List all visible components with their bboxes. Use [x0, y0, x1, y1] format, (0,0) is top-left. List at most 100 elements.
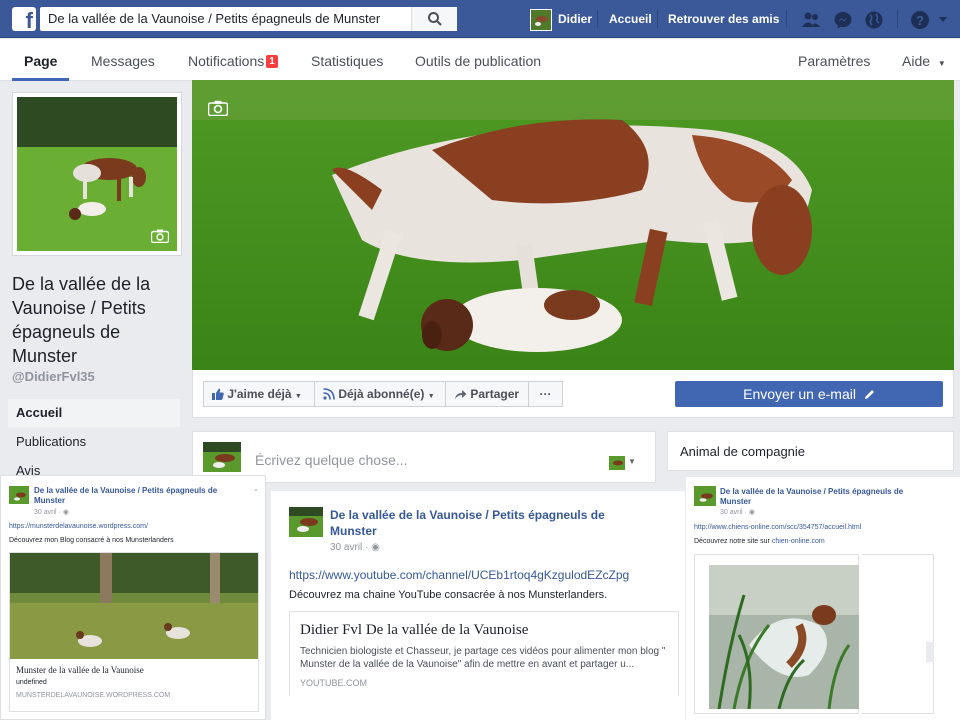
tab-statistics[interactable]: Statistiques — [311, 39, 383, 81]
page-nav: Page Messages Notifications 1 Statistique… — [0, 39, 960, 81]
globe-icon: ◉ — [748, 509, 755, 516]
facebook-logo-icon[interactable]: f — [12, 7, 36, 31]
user-name-link[interactable]: Didier — [558, 0, 592, 38]
messenger-icon[interactable] — [833, 10, 853, 30]
globe-icon: ◉ — [371, 542, 380, 553]
tab-page[interactable]: Page — [12, 39, 70, 81]
follow-button[interactable]: Déjà abonné(e) ▼ — [314, 381, 446, 407]
preview-title: Didier Fvl De la vallée de la Vaunoise — [300, 622, 529, 638]
help-menu-label: Aide — [902, 53, 931, 69]
post-author[interactable]: De la vallée de la Vaunoise / Petits épa… — [720, 487, 915, 507]
post-avatar — [289, 507, 323, 537]
link-preview[interactable]: Didier Fvl De la vallée de la Vaunoise T… — [289, 611, 679, 696]
notifications-badge: 1 — [266, 55, 278, 68]
chevron-down-icon: ▼ — [937, 59, 946, 68]
post-link[interactable]: http://www.chiens-online.com/scc/354757/… — [694, 524, 861, 531]
search-box[interactable]: De la vallée de la Vaunoise / Petits épa… — [40, 7, 457, 31]
link-preview-image — [709, 565, 859, 709]
post-as-avatar[interactable] — [609, 456, 625, 470]
search-input[interactable]: De la vallée de la Vaunoise / Petits épa… — [48, 7, 418, 31]
globe-notifications-icon[interactable] — [864, 10, 884, 30]
profile-photo-dogs — [17, 97, 177, 251]
like-button-label: J'aime déjà — [227, 387, 292, 401]
more-options-button[interactable]: ··· — [528, 381, 563, 407]
page-handle[interactable]: @DidierFvl35 — [12, 369, 95, 384]
profile-picture[interactable] — [12, 92, 182, 256]
post-card-youtube: De la vallée de la Vaunoise / Petits épa… — [271, 491, 685, 720]
post-text-link[interactable]: chien-online.com — [772, 538, 825, 545]
cover-camera-icon[interactable] — [208, 100, 228, 116]
search-button[interactable] — [411, 7, 457, 31]
post-author[interactable]: De la vallée de la Vaunoise / Petits épa… — [330, 507, 630, 539]
post-text: Découvrez mon Blog consacré à nos Munste… — [9, 537, 174, 544]
chevron-down-icon[interactable]: ▼ — [628, 457, 636, 466]
post-date[interactable]: 30 avril · ◉ — [330, 542, 380, 553]
tab-notifications[interactable]: Notifications 1 — [188, 39, 278, 81]
post-link[interactable]: https://www.youtube.com/channel/UCEb1rto… — [289, 568, 629, 582]
page-title: De la vallée de la Vaunoise / Petits épa… — [12, 274, 151, 366]
globe-icon: ◉ — [62, 509, 69, 516]
link-preview-image — [10, 553, 258, 659]
send-email-button-label: Envoyer un e-mail — [743, 386, 856, 402]
find-friends-link[interactable]: Retrouver des amis — [668, 0, 779, 38]
like-button[interactable]: J'aime déjà ▼ — [203, 381, 315, 407]
share-arrow-icon — [455, 390, 467, 399]
preview-domain: YOUTUBE.COM — [300, 678, 368, 688]
post-card-chiens-online: De la vallée de la Vaunoise / Petits épa… — [686, 477, 960, 720]
pencil-icon — [864, 390, 874, 399]
post-card-blog: De la vallée de la Vaunoise / Petits épa… — [0, 475, 266, 720]
left-nav-item-home[interactable]: Accueil — [8, 399, 180, 427]
link-preview-image-frame[interactable] — [694, 554, 859, 714]
preview-description: Technicien biologiste et Chasseur, je pa… — [300, 646, 666, 670]
post-author[interactable]: De la vallée de la Vaunoise / Petits épa… — [34, 486, 224, 506]
tab-publishing-tools[interactable]: Outils de publication — [415, 39, 541, 81]
preview-title: Munster de la vallée de la Vaunoise — [16, 665, 144, 675]
composer-input[interactable]: Écrivez quelque chose... — [255, 452, 408, 468]
page-category-card: Animal de compagnie — [667, 431, 954, 471]
camera-icon[interactable] — [151, 229, 169, 243]
home-link[interactable]: Accueil — [609, 0, 652, 38]
chevron-down-icon: ▼ — [427, 393, 435, 400]
post-text: Découvrez ma chaine YouTube consacrée à … — [289, 589, 608, 601]
search-icon — [428, 12, 442, 26]
follow-button-label: Déjà abonné(e) — [338, 387, 425, 401]
account-menu-chevron-icon[interactable] — [938, 16, 948, 24]
post-date-text: 30 avril — [330, 542, 363, 553]
post-link[interactable]: https://munsterdelavaunoise.wordpress.co… — [9, 523, 148, 530]
left-nav-item-posts[interactable]: Publications — [8, 428, 180, 456]
rss-follow-icon — [323, 388, 335, 400]
scroll-handle[interactable] — [926, 642, 934, 662]
post-avatar — [694, 486, 716, 506]
post-date[interactable]: 30 avril · ◉ — [34, 508, 69, 516]
chevron-down-icon: ▼ — [294, 393, 302, 400]
page-category: Animal de compagnie — [680, 444, 806, 459]
preview-description: undefined — [16, 679, 47, 686]
share-button[interactable]: Partager — [445, 381, 529, 407]
post-date-text: 30 avril — [34, 509, 57, 516]
top-bar: f De la vallée de la Vaunoise / Petits é… — [0, 0, 960, 38]
cover-photo[interactable] — [192, 80, 954, 370]
settings-link[interactable]: Paramètres — [798, 39, 870, 81]
help-icon[interactable]: ? — [910, 10, 930, 30]
divider — [597, 10, 598, 28]
post-date-text: 30 avril — [720, 509, 743, 516]
send-email-button[interactable]: Envoyer un e-mail — [675, 381, 943, 407]
share-button-label: Partager — [470, 387, 520, 401]
link-preview[interactable]: Munster de la vallée de la Vaunoise unde… — [9, 552, 259, 712]
link-preview-side — [862, 554, 934, 714]
post-date[interactable]: 30 avril · ◉ — [720, 508, 755, 516]
tab-notifications-label: Notifications — [188, 53, 265, 69]
composer-avatar — [203, 442, 241, 472]
post-avatar — [9, 486, 29, 504]
tab-messages[interactable]: Messages — [91, 39, 155, 81]
friend-requests-icon[interactable] — [801, 10, 821, 30]
svg-text:?: ? — [916, 13, 924, 28]
thumbs-up-icon — [212, 388, 224, 400]
divider — [897, 10, 898, 28]
post-text-prefix: Découvrez notre site sur — [694, 538, 770, 545]
divider — [786, 10, 787, 28]
cover-photo-dogs — [192, 80, 954, 370]
user-avatar[interactable] — [530, 9, 552, 31]
post-menu-chevron-icon[interactable]: ⌄ — [253, 485, 259, 493]
help-menu[interactable]: Aide ▼ — [902, 39, 946, 81]
